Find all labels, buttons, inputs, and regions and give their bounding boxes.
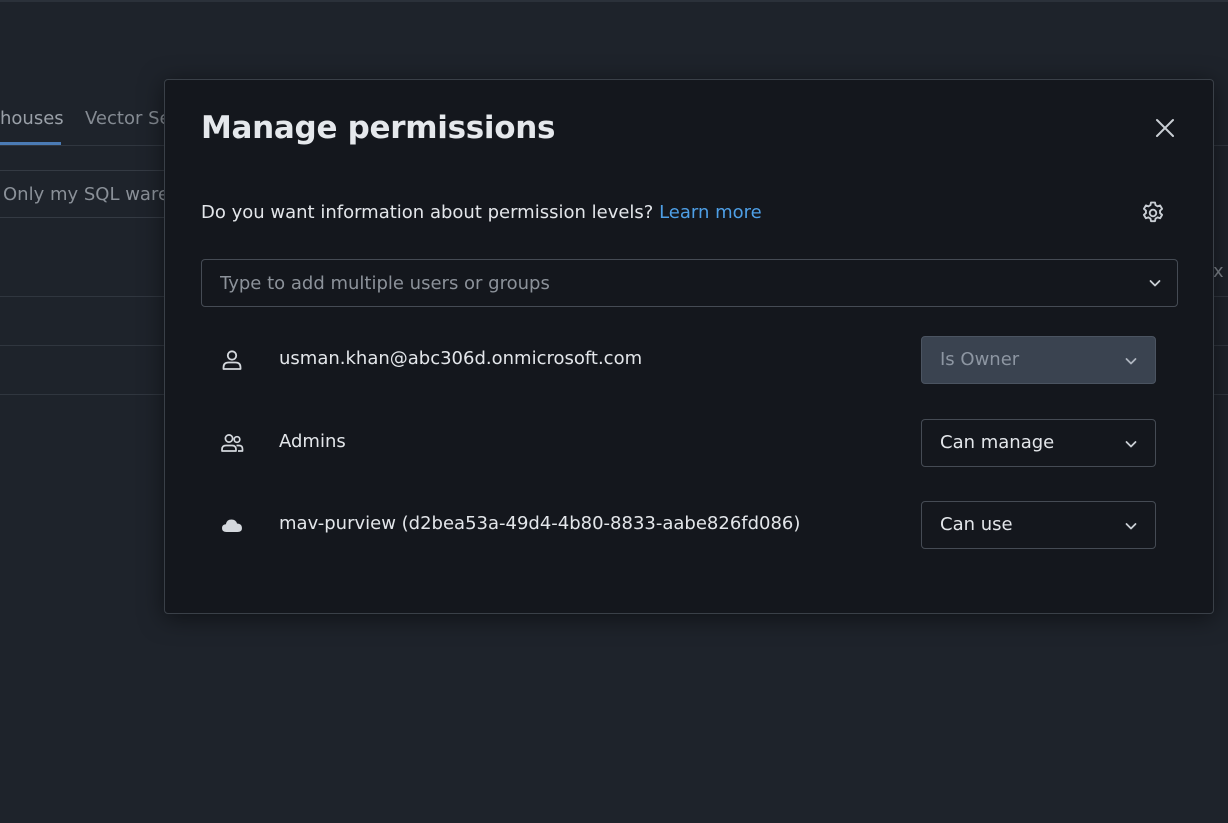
tab-vector-search[interactable]: Vector Se xyxy=(85,108,171,129)
permission-select-owner: Is Owner xyxy=(921,336,1156,384)
permission-row-group: Admins Can manage xyxy=(165,419,1215,467)
chevron-down-icon xyxy=(1125,358,1137,365)
settings-button[interactable] xyxy=(1139,199,1167,227)
filter-label[interactable]: Only my SQL warel xyxy=(3,184,174,205)
top-divider xyxy=(0,0,1228,2)
tab-warehouses[interactable]: houses xyxy=(0,108,64,129)
permission-info-text: Do you want information about permission… xyxy=(201,202,654,223)
cloud-icon xyxy=(222,519,242,532)
learn-more-link[interactable]: Learn more xyxy=(659,202,762,223)
gear-icon xyxy=(1142,201,1164,223)
add-users-input[interactable] xyxy=(202,260,1132,306)
dialog-title: Manage permissions xyxy=(201,110,556,146)
permission-info: Do you want information about permission… xyxy=(201,202,762,223)
user-icon xyxy=(222,350,242,370)
manage-permissions-dialog: Manage permissions Do you want informati… xyxy=(164,79,1214,614)
permission-row-user: usman.khan@abc306d.onmicrosoft.com Is Ow… xyxy=(165,336,1215,384)
add-users-combobox[interactable] xyxy=(201,259,1178,307)
close-button[interactable] xyxy=(1151,114,1179,142)
chevron-down-icon xyxy=(1125,523,1137,530)
background-close-icon: x xyxy=(1213,261,1224,282)
permission-value: Can use xyxy=(940,514,1013,535)
close-icon xyxy=(1156,119,1174,137)
permission-value: Is Owner xyxy=(940,349,1020,370)
chevron-down-icon xyxy=(1125,441,1137,448)
principal-name: Admins xyxy=(279,431,346,452)
group-icon xyxy=(221,434,244,452)
principal-name: usman.khan@abc306d.onmicrosoft.com xyxy=(279,348,643,369)
chevron-down-icon[interactable] xyxy=(1147,275,1163,291)
permission-row-service-principal: mav-purview (d2bea53a-49d4-4b80-8833-aab… xyxy=(165,501,1215,549)
permission-value: Can manage xyxy=(940,432,1055,453)
permission-select-admins[interactable]: Can manage xyxy=(921,419,1156,467)
principal-name: mav-purview (d2bea53a-49d4-4b80-8833-aab… xyxy=(279,513,801,534)
permission-select-service-principal[interactable]: Can use xyxy=(921,501,1156,549)
